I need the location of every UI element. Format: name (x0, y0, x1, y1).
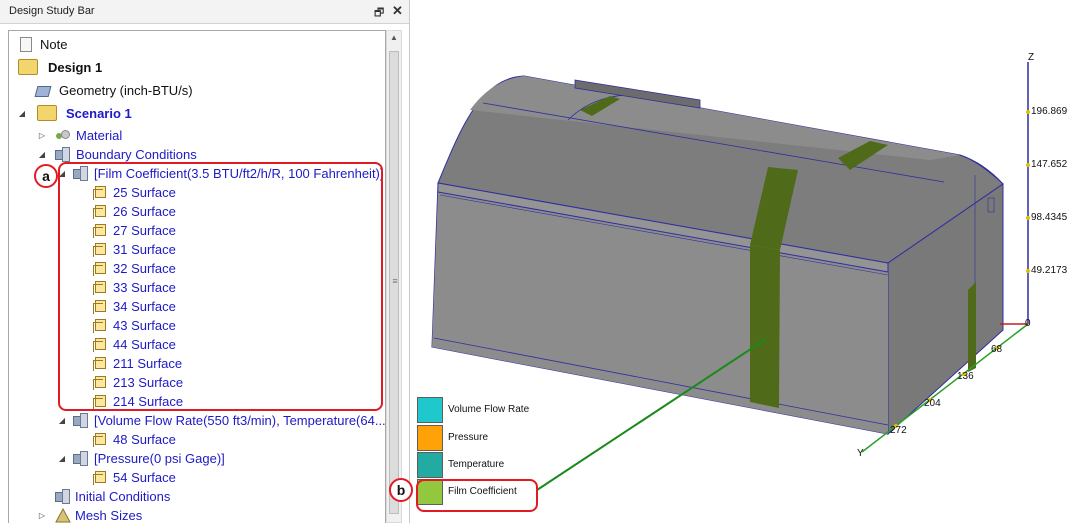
z-tick-label: 196.869 (1031, 106, 1068, 117)
callout-frame-b (416, 479, 538, 512)
y-tick-label: 68 (991, 344, 1003, 355)
panel-title: Design Study Bar (9, 5, 95, 17)
legend-swatch (417, 425, 443, 451)
tree-item-surface[interactable]: 54 Surface (9, 468, 369, 487)
y-tick-label: 204 (924, 398, 941, 409)
tree-item-note[interactable]: Note (9, 35, 369, 54)
expand-arrow-icon[interactable]: ▷ (37, 126, 47, 145)
callout-label-a: a (34, 164, 58, 188)
pressure-icon (73, 451, 88, 466)
tree-item-pressure[interactable]: ◢ [Pressure(0 psi Gage)] (9, 449, 369, 468)
expand-arrow-icon[interactable]: ▷ (37, 506, 47, 523)
volume-flow-rate-icon (73, 413, 88, 428)
close-icon[interactable]: ✕ (392, 3, 403, 19)
z-axis-label: Z (1028, 52, 1035, 63)
y-tick-label: 272 (890, 425, 907, 436)
pin-icon[interactable]: 🗗 (374, 4, 384, 23)
tree-item-volume-flow-rate[interactable]: ◢ [Volume Flow Rate(550 ft3/min), Temper… (9, 411, 385, 430)
collapse-arrow-icon[interactable]: ◢ (17, 104, 27, 123)
z-tick-label: 147.652 (1031, 159, 1068, 170)
tree-item-scenario[interactable]: ◢ Scenario 1 (9, 104, 369, 123)
scenario-icon (37, 105, 57, 121)
film-band-side (968, 282, 976, 372)
legend-item-pressure: Pressure (416, 425, 566, 452)
design-study-bar: Design Study Bar 🗗 ✕ Note Design 1 Geome… (0, 0, 410, 523)
callout-frame-a (58, 162, 383, 411)
callout-label-b: b (389, 478, 413, 502)
tree-item-design[interactable]: Design 1 (9, 58, 369, 77)
tree-item-geometry[interactable]: Geometry (inch-BTU/s) (9, 81, 369, 100)
geometry-icon (35, 83, 51, 98)
z-tick-label: 98.4345 (1031, 212, 1068, 223)
legend-swatch (417, 397, 443, 423)
scrollbar-thumb[interactable]: ≡ (389, 51, 399, 514)
surface-icon (93, 433, 106, 447)
z-tick-label: 0 (1025, 318, 1031, 329)
collapse-arrow-icon[interactable]: ◢ (57, 449, 67, 468)
tree-item-initial-conditions[interactable]: Initial Conditions (9, 487, 369, 506)
y-tick-label: 136 (957, 371, 974, 382)
note-icon (20, 37, 32, 52)
tree-item-surface[interactable]: 48 Surface (9, 430, 369, 449)
legend-item-temperature: Temperature (416, 452, 566, 479)
scroll-up-icon[interactable]: ▲ (387, 33, 401, 42)
collapse-arrow-icon[interactable]: ◢ (57, 411, 67, 430)
film-band-front (750, 245, 780, 408)
collapse-arrow-icon[interactable]: ◢ (37, 145, 47, 164)
design-icon (18, 59, 38, 75)
tree-scrollbar[interactable]: ▲ ≡ (386, 30, 402, 523)
z-tick-label: 49.2173 (1031, 265, 1068, 276)
initial-conditions-icon (55, 489, 70, 504)
legend-item-volume-flow-rate: Volume Flow Rate (416, 397, 566, 424)
grip-icon: ≡ (392, 276, 398, 286)
mesh-sizes-icon (55, 507, 71, 523)
panel-title-bar: Design Study Bar 🗗 ✕ (0, 0, 409, 24)
tree-item-mesh-sizes[interactable]: ▷ Mesh Sizes (9, 506, 369, 523)
boundary-conditions-icon (55, 147, 70, 162)
material-icon (54, 128, 70, 143)
surface-icon (93, 471, 106, 485)
y-axis-label: Y (857, 448, 864, 459)
legend-swatch (417, 452, 443, 478)
tree-item-material[interactable]: ▷ Material (9, 126, 369, 145)
